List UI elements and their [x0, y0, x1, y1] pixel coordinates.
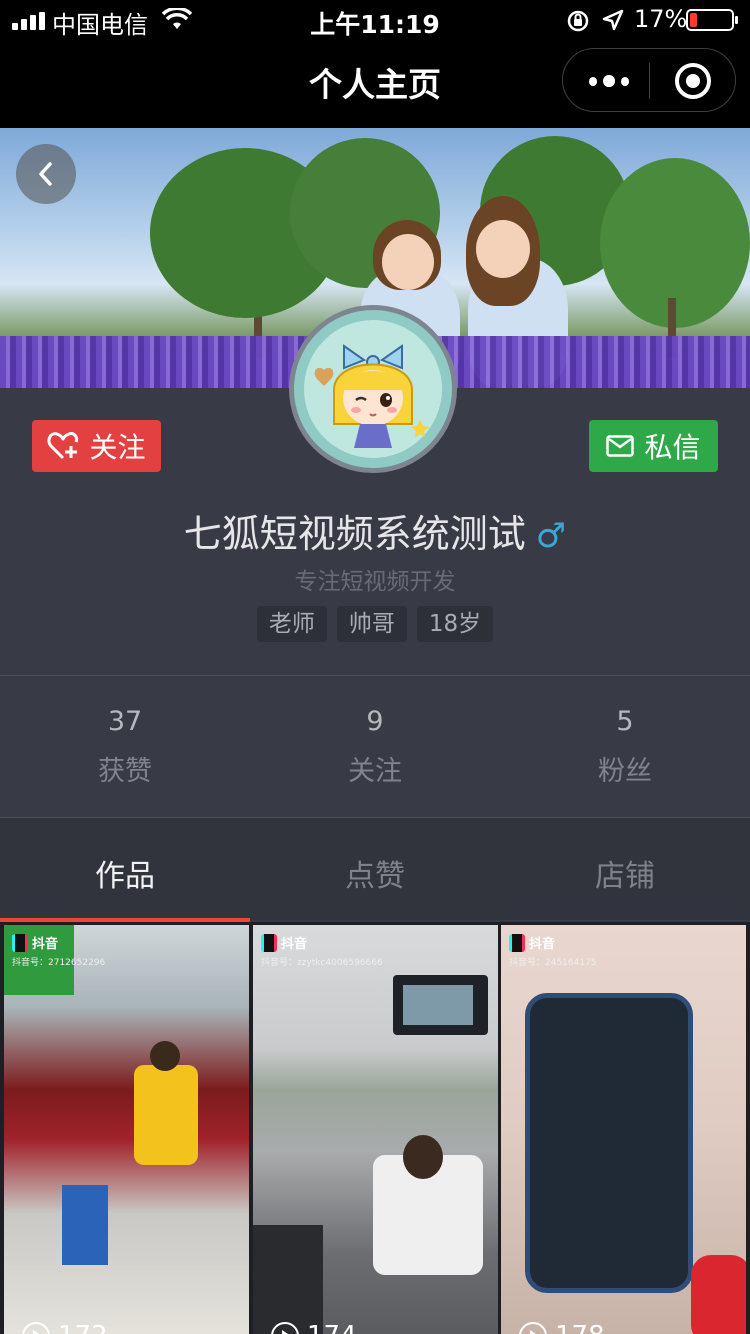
play-count-value: 174	[307, 1321, 357, 1334]
stat-label: 关注	[348, 756, 402, 787]
stat-value: 37	[107, 706, 143, 737]
more-dots-icon[interactable]	[589, 69, 630, 93]
profile-tag: 帅哥	[336, 606, 407, 642]
video-thumbnail[interactable]: 抖音 抖音号：2712652296 172	[4, 925, 249, 1334]
stat-value: 5	[616, 706, 634, 737]
douyin-logo: 抖音	[261, 933, 307, 952]
profile-tag: 老师	[256, 606, 327, 642]
mini-program-capsule	[562, 48, 736, 112]
tab-shop[interactable]: 店铺	[500, 818, 750, 920]
stat-value: 9	[366, 706, 384, 737]
video-grid: 抖音 抖音号：2712652296 172 抖音 抖音号：zzytkc40065…	[0, 922, 750, 1334]
follow-button[interactable]: 关注	[32, 420, 161, 472]
video-uid: 抖音号：zzytkc4006596666	[261, 958, 383, 968]
location-arrow-icon	[602, 9, 624, 31]
message-button[interactable]: 私信	[589, 420, 718, 472]
profile-bio: 专注短视频开发	[294, 569, 456, 595]
play-icon	[519, 1322, 547, 1334]
chevron-left-icon	[39, 162, 52, 186]
video-uid: 抖音号：2712652296	[12, 958, 106, 968]
stat-fans[interactable]: 5 粉丝	[500, 676, 750, 816]
play-count-value: 172	[58, 1321, 108, 1334]
stat-label: 粉丝	[598, 756, 652, 787]
back-button[interactable]	[16, 144, 76, 204]
profile-tag: 18岁	[416, 606, 494, 642]
stat-label: 获赞	[98, 756, 152, 787]
mini-program-close-icon[interactable]	[675, 63, 711, 99]
video-thumbnail[interactable]: 抖音 抖音号：245164175 178	[501, 925, 746, 1334]
tab-likes[interactable]: 点赞	[250, 818, 500, 920]
avatar-image	[304, 320, 442, 458]
avatar[interactable]	[289, 305, 457, 473]
battery-fill	[690, 13, 697, 27]
profile-name: 七狐短视频系统测试	[183, 512, 526, 556]
play-count-value: 178	[555, 1321, 605, 1334]
stats-row: 37 获赞 9 关注 5 粉丝	[0, 676, 750, 816]
orientation-lock-icon	[567, 10, 589, 32]
profile-tags: 老师 帅哥 18岁	[0, 606, 750, 642]
stat-following[interactable]: 9 关注	[250, 676, 500, 816]
douyin-logo: 抖音	[12, 933, 58, 952]
status-bar: 中国电信 上午11:19 17%	[0, 0, 750, 40]
douyin-logo: 抖音	[509, 933, 555, 952]
heart-plus-icon	[47, 432, 79, 460]
capsule-divider	[649, 63, 650, 99]
play-icon	[271, 1322, 299, 1334]
battery-percent: 17%	[634, 5, 688, 33]
video-uid: 抖音号：245164175	[509, 958, 597, 968]
envelope-icon	[606, 435, 635, 457]
profile-name-row: 七狐短视频系统测试 ♂	[0, 503, 750, 558]
content-tabs: 作品 点赞 店铺	[0, 818, 750, 922]
battery-icon	[686, 9, 738, 31]
male-gender-icon: ♂	[535, 516, 567, 556]
follow-label: 关注	[89, 431, 146, 464]
video-thumbnail[interactable]: 抖音 抖音号：zzytkc4006596666 174	[253, 925, 498, 1334]
tab-works[interactable]: 作品	[0, 818, 250, 922]
top-bar: 中国电信 上午11:19 17% 个人主页	[0, 0, 750, 128]
play-icon	[22, 1322, 50, 1334]
profile-page: 中国电信 上午11:19 17% 个人主页 关注 私信 七狐短视频系统测试 ♂ …	[0, 0, 750, 1334]
play-count: 178	[519, 1321, 605, 1334]
stat-likes[interactable]: 37 获赞	[0, 676, 250, 816]
play-count: 172	[22, 1321, 108, 1334]
play-count: 174	[271, 1321, 357, 1334]
message-label: 私信	[644, 431, 701, 464]
cartoon-girl-icon	[314, 344, 429, 448]
